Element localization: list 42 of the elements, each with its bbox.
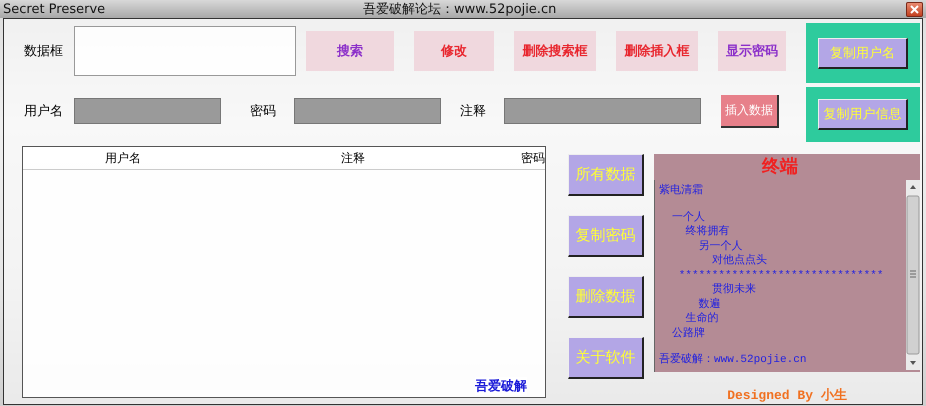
copy-button[interactable]: 复制用户名 bbox=[818, 38, 908, 68]
side-button[interactable]: 关于软件 bbox=[568, 337, 644, 379]
terminal-heading: 紫电清霜 bbox=[659, 184, 703, 198]
column-header: 密码 bbox=[520, 150, 545, 166]
toolbar-button[interactable]: 修改 bbox=[414, 31, 494, 71]
toolbar-button[interactable]: 显示密码 bbox=[718, 31, 786, 71]
poem-line: 贯彻未来 bbox=[710, 283, 756, 298]
poem-line: ******************************* bbox=[678, 268, 884, 283]
column-header: 注释 bbox=[340, 150, 366, 166]
credit-text: Designed By 小生 bbox=[727, 387, 847, 404]
window-title: Secret Preserve bbox=[3, 2, 106, 16]
poem-line: 终将拥有 bbox=[684, 225, 730, 240]
poem-line: 数遍 bbox=[698, 298, 721, 312]
input-field[interactable] bbox=[504, 98, 701, 124]
side-button[interactable]: 复制密码 bbox=[568, 215, 644, 257]
field-label: 密码 bbox=[250, 103, 277, 120]
side-button[interactable]: 所有数据 bbox=[568, 154, 644, 196]
column-header: 用户名 bbox=[104, 150, 142, 166]
input-field[interactable] bbox=[74, 98, 221, 124]
toolbar-button[interactable]: 删除插入框 bbox=[616, 31, 698, 71]
poem-line: 一个人 bbox=[671, 210, 706, 225]
terminal-footer: 吾爱破解：www.52pojie.cn bbox=[659, 353, 806, 368]
side-button[interactable]: 删除数据 bbox=[568, 276, 644, 318]
close-icon bbox=[910, 4, 919, 14]
watermark-text: 吾爱破解 bbox=[475, 377, 527, 395]
toolbar-button[interactable]: 搜索 bbox=[306, 31, 394, 71]
field-label: 数据框 bbox=[24, 43, 64, 60]
copy-button[interactable]: 复制用户信息 bbox=[818, 99, 908, 130]
window-caption: 吾爱破解论坛：www.52pojie.cn bbox=[363, 1, 558, 18]
scrollbar-drawing[interactable] bbox=[906, 180, 920, 370]
insert-button[interactable]: 插入数据 bbox=[721, 94, 779, 128]
input-field[interactable] bbox=[294, 98, 441, 124]
toolbar-button[interactable]: 删除搜索框 bbox=[514, 31, 596, 71]
close-button[interactable] bbox=[906, 2, 923, 16]
poem-line: 生命的 bbox=[684, 312, 718, 326]
field-label: 注释 bbox=[460, 103, 487, 120]
data-text-area[interactable] bbox=[74, 26, 296, 76]
terminal-title: 终端 bbox=[762, 155, 798, 179]
poem-line: 公路牌 bbox=[671, 326, 706, 341]
poem-line: 另一个人 bbox=[698, 240, 743, 254]
field-label: 用户名 bbox=[24, 103, 64, 120]
poem-line: 对他点点头 bbox=[710, 254, 767, 268]
